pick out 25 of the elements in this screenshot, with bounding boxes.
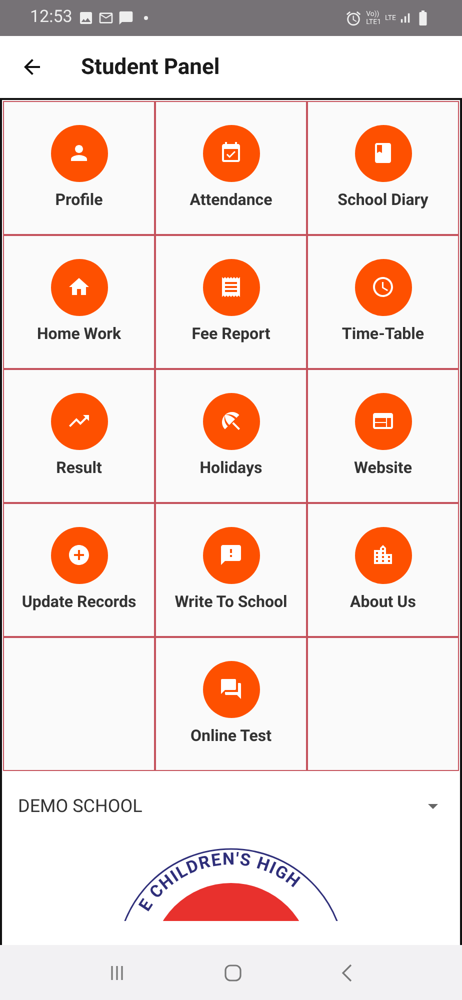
menu-tile[interactable]: Home Work bbox=[3, 235, 155, 369]
menu-tile[interactable]: Attendance bbox=[155, 101, 307, 235]
alarm-icon bbox=[345, 10, 362, 26]
page-title: Student Panel bbox=[81, 54, 220, 82]
menu-tile[interactable]: Holidays bbox=[155, 369, 307, 503]
menu-tile[interactable]: Update Records bbox=[3, 503, 155, 637]
menu-tile[interactable]: School Diary bbox=[307, 101, 459, 235]
back-icon[interactable] bbox=[340, 964, 353, 982]
menu-tile[interactable]: Fee Report bbox=[155, 235, 307, 369]
menu-tile[interactable]: Online Test bbox=[155, 637, 307, 771]
menu-tile[interactable]: Profile bbox=[3, 101, 155, 235]
menu-tile[interactable]: Write To School bbox=[155, 503, 307, 637]
menu-tile[interactable]: Result bbox=[3, 369, 155, 503]
dropdown-caret-icon bbox=[428, 804, 438, 808]
home-icon[interactable] bbox=[224, 964, 242, 982]
menu-tile[interactable]: Website bbox=[307, 369, 459, 503]
mail-icon bbox=[98, 10, 114, 26]
menu-tile[interactable]: About Us bbox=[307, 503, 459, 637]
school-dropdown[interactable]: DEMO SCHOOL bbox=[2, 791, 460, 821]
menu-tile[interactable]: Time-Table bbox=[307, 235, 459, 369]
status-time: 12:53 bbox=[30, 6, 72, 30]
chat-icon bbox=[118, 10, 134, 26]
image-icon bbox=[78, 10, 94, 26]
recent-apps-icon[interactable] bbox=[109, 964, 126, 980]
signal-icon bbox=[398, 11, 412, 25]
